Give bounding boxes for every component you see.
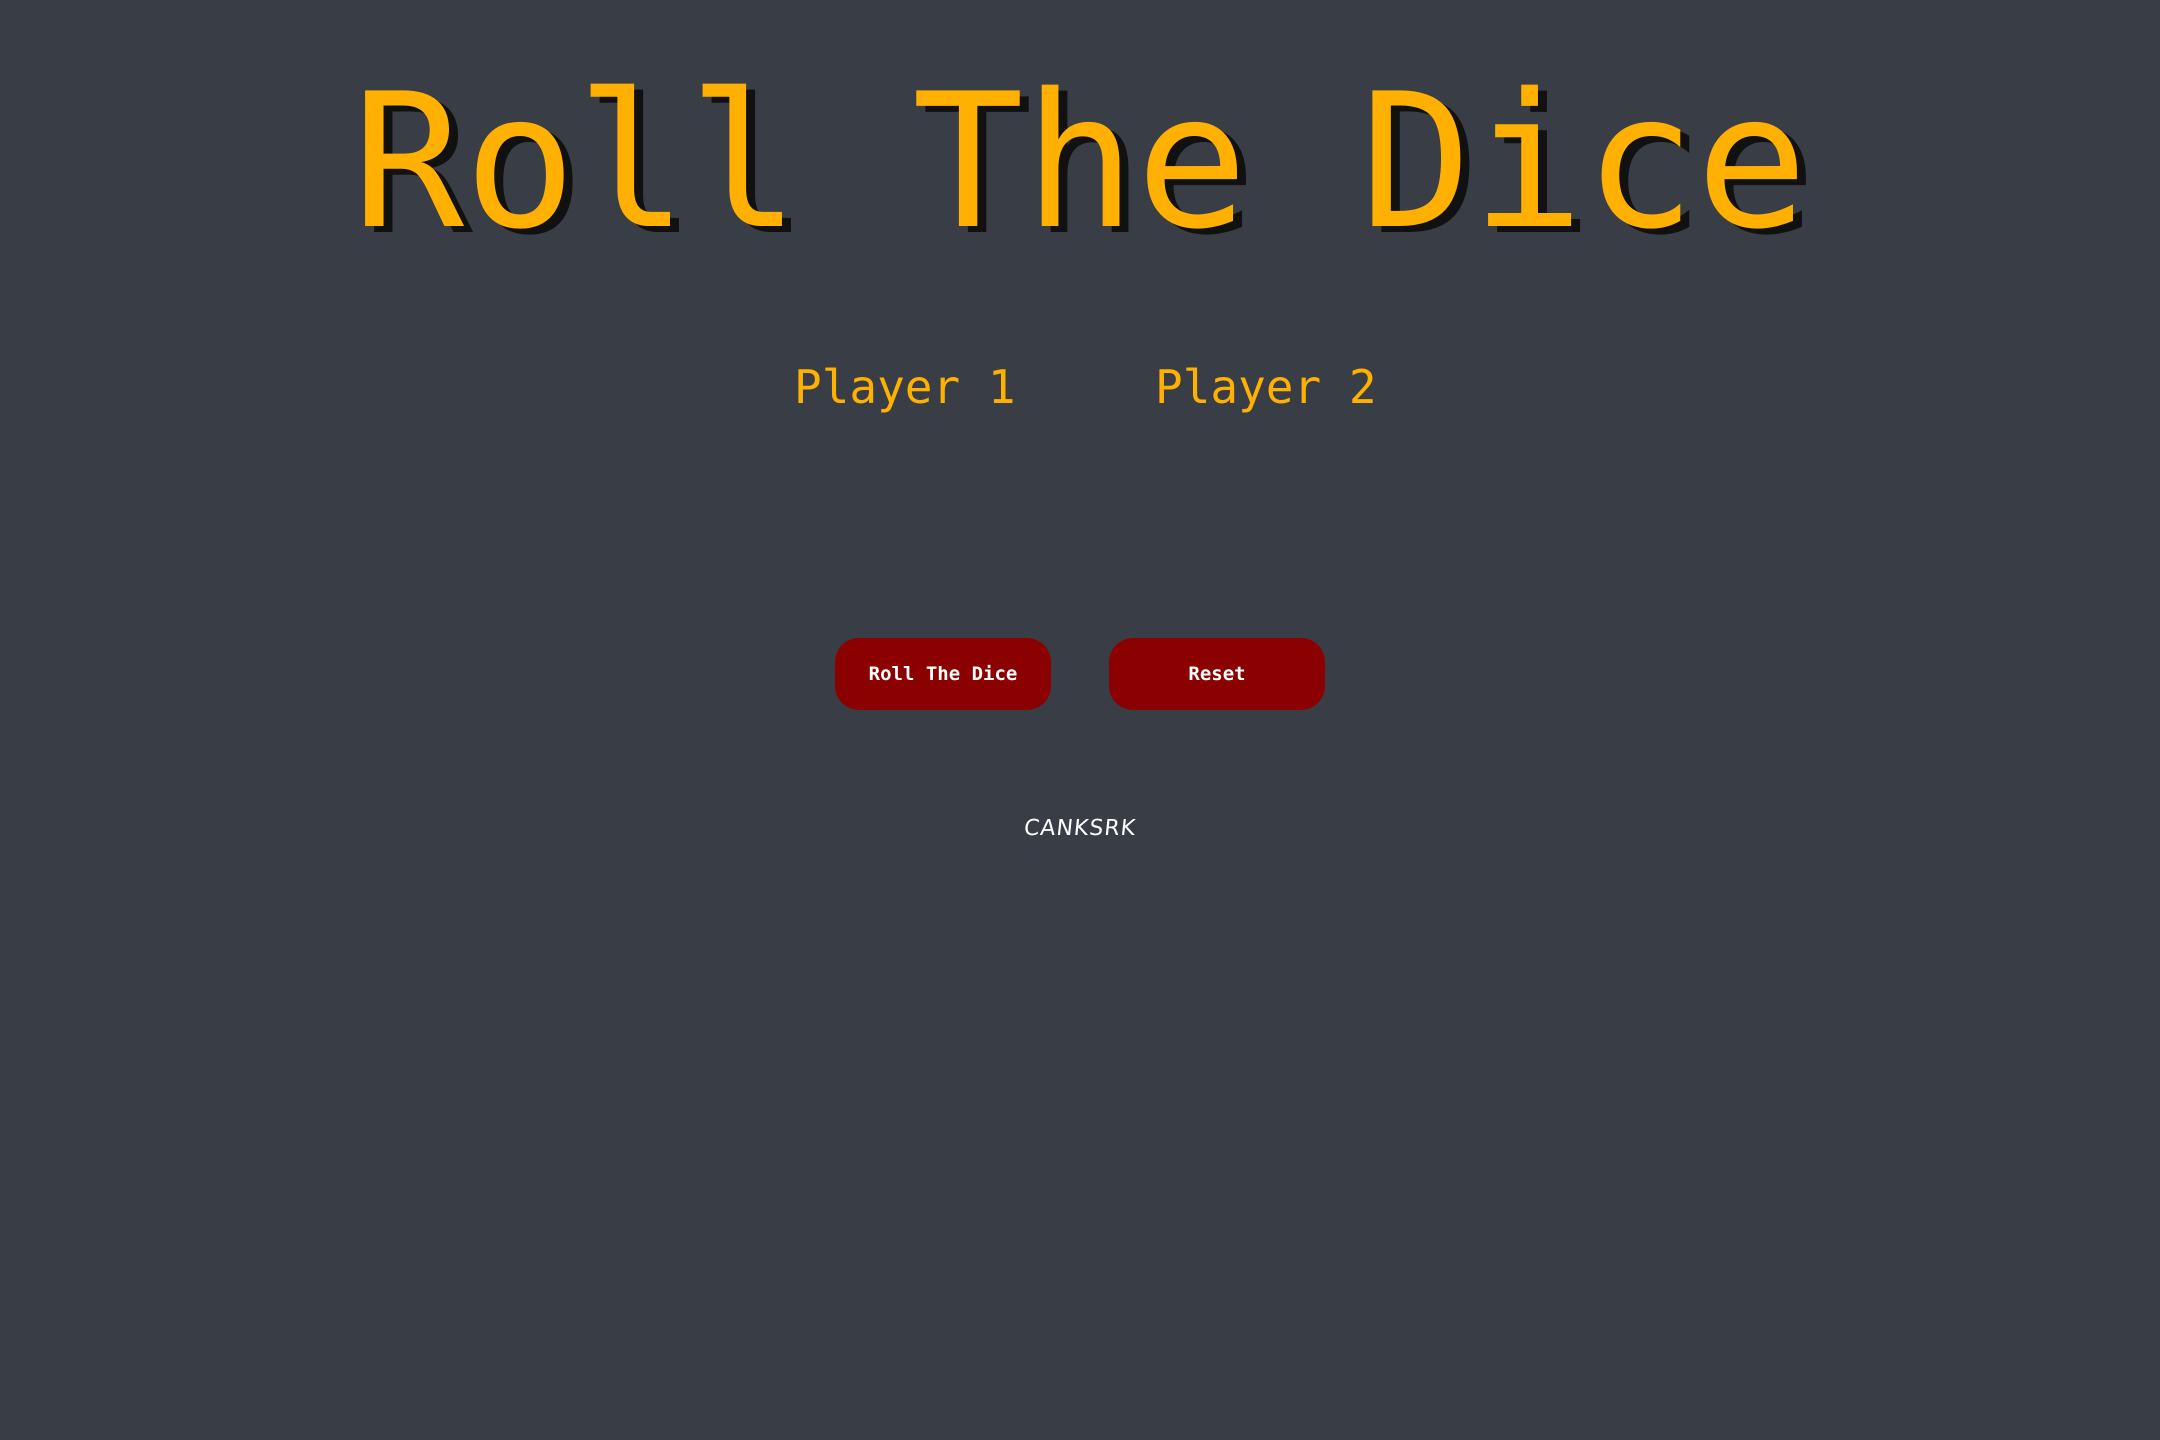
author-credit: CANKSRK xyxy=(1022,816,1138,841)
roll-dice-button[interactable]: Roll The Dice xyxy=(835,638,1051,710)
player-2-label: Player 2 xyxy=(1155,360,1377,414)
players-row: Player 1 Player 2 xyxy=(0,360,2160,430)
player-1-label: Player 1 xyxy=(794,360,1016,414)
page-title: Roll The Dice xyxy=(352,53,1808,270)
reset-button[interactable]: Reset xyxy=(1109,638,1325,710)
